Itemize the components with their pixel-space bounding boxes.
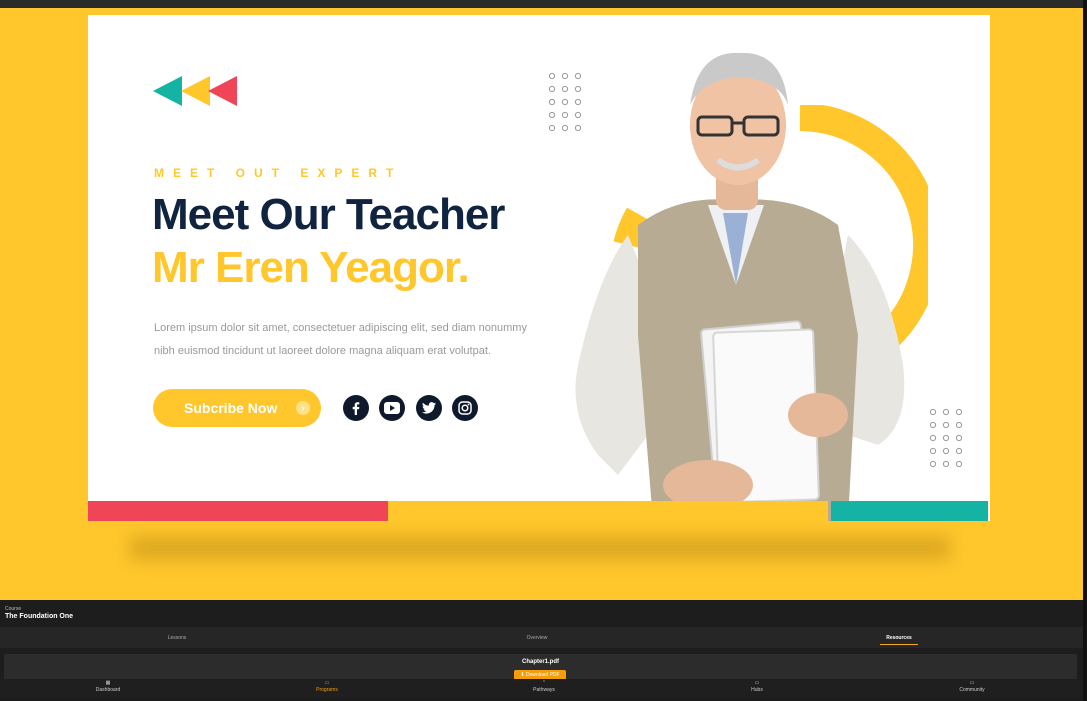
teacher-name: Mr Eren Yeagor. — [152, 243, 470, 292]
resource-file-name: Chapter1.pdf — [521, 659, 559, 665]
stripe-teal — [831, 501, 988, 521]
hero-banner: MEET OUT EXPERT Meet Our Teacher Mr Eren… — [0, 8, 1083, 600]
active-tab-indicator — [880, 644, 918, 645]
resource-item: Chapter1.pdf ⬇ Download PDF — [4, 654, 1077, 680]
nav-pathways-label: Pathways — [533, 687, 555, 693]
nav-hubs[interactable]: ▭ Hubs — [727, 681, 787, 694]
nav-hubs-label: Hubs — [751, 687, 763, 693]
window-right-edge — [1083, 0, 1087, 701]
banner-card: MEET OUT EXPERT Meet Our Teacher Mr Eren… — [88, 15, 990, 521]
stripe-yellow — [388, 501, 828, 521]
twitter-icon[interactable] — [416, 395, 442, 421]
eyebrow-text: MEET OUT EXPERT — [154, 166, 403, 180]
window-top-bar — [0, 0, 1087, 8]
teacher-photo — [575, 52, 905, 521]
course-title: The Foundation One — [5, 613, 74, 620]
course-label: Course — [5, 606, 22, 612]
tab-lessons[interactable]: Lessons — [150, 635, 204, 641]
nav-dashboard-label: Dashboard — [95, 687, 121, 693]
tab-overview[interactable]: Overview — [510, 635, 564, 641]
nav-programs-label: Programs — [316, 687, 338, 693]
nav-dashboard[interactable]: ▦ Dashboard — [78, 681, 138, 694]
bottom-nav: ▦ Dashboard ▭ Programs ⌃ Pathways ▭ Hubs… — [0, 679, 1083, 698]
nav-pathways[interactable]: ⌃ Pathways — [514, 681, 574, 694]
nav-community-label: Community — [959, 687, 985, 693]
banner-description: Lorem ipsum dolor sit amet, consectetuer… — [154, 317, 564, 363]
banner-title: Meet Our Teacher — [152, 190, 505, 239]
description-line-1: Lorem ipsum dolor sit amet, consectetuer… — [154, 322, 527, 334]
card-shadow — [130, 536, 950, 560]
arrow-right-icon: › — [296, 401, 310, 415]
logo-triangles-icon — [153, 76, 237, 106]
instagram-icon[interactable] — [452, 395, 478, 421]
stripe-red — [88, 501, 388, 521]
subscribe-button[interactable]: Subcribe Now › — [153, 389, 321, 427]
tab-resources[interactable]: Resources — [872, 635, 926, 641]
nav-programs[interactable]: ▭ Programs — [297, 681, 357, 694]
subscribe-label: Subcribe Now — [184, 400, 278, 416]
course-tabs: Lessons Overview Resources — [0, 627, 1083, 648]
nav-community[interactable]: ▭ Community — [942, 681, 1002, 694]
youtube-icon[interactable] — [379, 395, 405, 421]
facebook-icon[interactable] — [343, 395, 369, 421]
description-line-2: nibh euismod tincidunt ut laoreet dolore… — [154, 345, 491, 357]
dot-pattern-bottom — [929, 408, 963, 468]
